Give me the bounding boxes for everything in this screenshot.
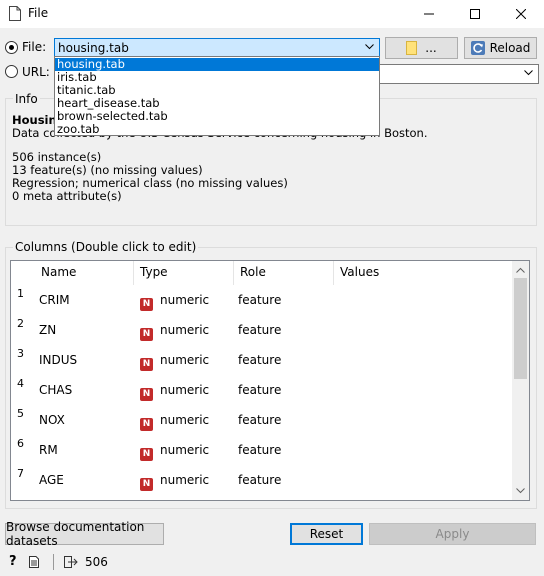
url-label: URL:	[22, 65, 50, 79]
dropdown-item[interactable]: housing.tab	[55, 58, 379, 71]
cell-values	[334, 465, 338, 495]
cell-values	[334, 435, 338, 465]
row-index: 2	[17, 317, 24, 330]
dropdown-item[interactable]: zoo.tab	[55, 123, 379, 136]
header-role[interactable]: Role	[234, 261, 334, 285]
file-combo-value: housing.tab	[58, 41, 129, 55]
cell-type: Nnumeric	[136, 435, 209, 465]
help-icon[interactable]: ?	[9, 554, 17, 569]
row-index: 1	[17, 287, 24, 300]
dropdown-item[interactable]: brown-selected.tab	[55, 110, 379, 123]
minimize-icon	[424, 13, 434, 15]
numeric-type-icon: N	[140, 418, 153, 431]
info-group-title: Info	[13, 92, 40, 106]
apply-button[interactable]: Apply	[369, 523, 536, 545]
cell-name: RM	[39, 443, 58, 457]
header-type[interactable]: Type	[134, 261, 234, 285]
columns-group-title: Columns (Double click to edit)	[13, 240, 199, 254]
cell-name: CHAS	[39, 383, 73, 397]
cell-values	[334, 405, 338, 435]
numeric-type-icon: N	[140, 328, 153, 341]
file-label: File:	[22, 40, 47, 54]
cell-type: Nnumeric	[136, 465, 209, 495]
cell-values	[334, 375, 338, 405]
info-metas: 0 meta attribute(s)	[12, 189, 122, 203]
numeric-type-icon: N	[140, 298, 153, 311]
reload-icon	[470, 41, 485, 55]
status-bar: ? 506	[0, 548, 544, 576]
browse-docs-button[interactable]: Browse documentation datasets	[5, 520, 164, 548]
cell-role: feature	[238, 383, 282, 397]
browse-button[interactable]: ...	[385, 37, 458, 59]
chevron-down-icon	[524, 70, 533, 76]
row-index: 4	[17, 377, 24, 390]
url-radio[interactable]	[5, 65, 18, 78]
maximize-icon	[470, 9, 480, 19]
cell-name: AGE	[39, 473, 64, 487]
cell-values	[334, 345, 338, 375]
numeric-type-icon: N	[140, 478, 153, 491]
row-index: 6	[17, 437, 24, 450]
cell-role: feature	[238, 353, 282, 367]
cell-name: NOX	[39, 413, 65, 427]
output-icon	[64, 556, 78, 568]
table-header: Name Type Role Values	[11, 261, 513, 285]
scrollbar-thumb[interactable]	[514, 278, 527, 379]
cell-role: feature	[238, 413, 282, 427]
row-index: 7	[17, 467, 24, 480]
close-icon	[516, 9, 526, 19]
cell-type: Nnumeric	[136, 285, 209, 315]
cell-role: feature	[238, 443, 282, 457]
header-name[interactable]: Name	[35, 261, 134, 285]
table-scrollbar[interactable]	[512, 261, 529, 500]
columns-table[interactable]: Name Type Role Values 1 CRIM Nnumeric fe…	[10, 260, 530, 501]
chevron-up-icon[interactable]	[516, 267, 525, 273]
folder-icon	[406, 41, 418, 55]
header-values[interactable]: Values	[334, 261, 513, 285]
reload-button-label: Reload	[489, 41, 531, 55]
output-count: 506	[85, 555, 108, 569]
cell-type: Nnumeric	[136, 405, 209, 435]
file-dropdown-list[interactable]: housing.tab iris.tab titanic.tab heart_d…	[54, 56, 380, 136]
cell-type: Nnumeric	[136, 345, 209, 375]
close-button[interactable]	[498, 0, 544, 28]
chevron-down-icon[interactable]	[516, 488, 525, 494]
window-title: File	[28, 6, 49, 20]
cell-role: feature	[238, 323, 282, 337]
file-radio[interactable]	[5, 41, 18, 54]
row-index: 5	[17, 407, 24, 420]
row-index: 3	[17, 347, 24, 360]
cell-type: Nnumeric	[136, 375, 209, 405]
cell-values	[334, 285, 338, 315]
file-combo[interactable]: housing.tab	[54, 38, 380, 58]
cell-type: Nnumeric	[136, 315, 209, 345]
minimize-button[interactable]	[406, 0, 452, 28]
maximize-button[interactable]	[452, 0, 498, 28]
cell-role: feature	[238, 473, 282, 487]
numeric-type-icon: N	[140, 448, 153, 461]
browse-button-label: ...	[425, 41, 437, 55]
reset-button[interactable]: Reset	[290, 523, 363, 545]
cell-values	[334, 315, 338, 345]
numeric-type-icon: N	[140, 358, 153, 371]
numeric-type-icon: N	[140, 388, 153, 401]
report-icon[interactable]	[29, 556, 39, 568]
title-bar: File	[0, 0, 544, 28]
reload-button[interactable]: Reload	[464, 37, 537, 59]
chevron-down-icon	[365, 44, 374, 50]
document-icon	[9, 6, 21, 21]
cell-role: feature	[238, 293, 282, 307]
cell-name: INDUS	[39, 353, 78, 367]
status-divider	[53, 554, 54, 570]
cell-name: CRIM	[39, 293, 70, 307]
cell-name: ZN	[39, 323, 57, 337]
